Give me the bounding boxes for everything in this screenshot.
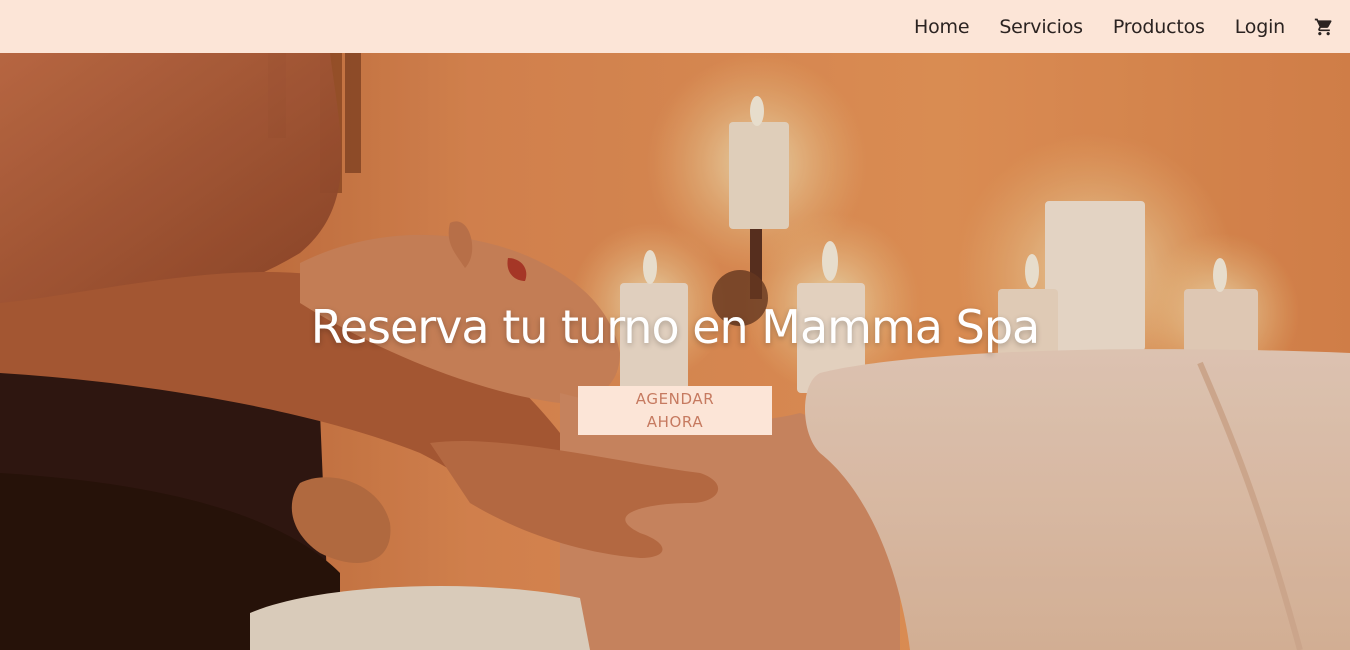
nav-link-productos[interactable]: Productos: [1113, 16, 1205, 38]
top-navbar: Home Servicios Productos Login: [0, 0, 1350, 53]
nav-link-servicios[interactable]: Servicios: [999, 16, 1083, 38]
cta-label-line1: AGENDAR: [635, 390, 715, 408]
shopping-cart-icon[interactable]: [1314, 17, 1334, 37]
nav-links: Home Servicios Productos Login: [884, 0, 1350, 53]
cta-label-line2: AHORA: [646, 413, 704, 431]
hero-section: Reserva tu turno en Mamma Spa AGENDAR AH…: [0, 53, 1350, 650]
nav-link-login[interactable]: Login: [1235, 16, 1285, 38]
hero-title: Reserva tu turno en Mamma Spa: [310, 300, 1040, 354]
agendar-ahora-button[interactable]: AGENDAR AHORA: [578, 386, 772, 435]
nav-link-home[interactable]: Home: [914, 16, 970, 38]
